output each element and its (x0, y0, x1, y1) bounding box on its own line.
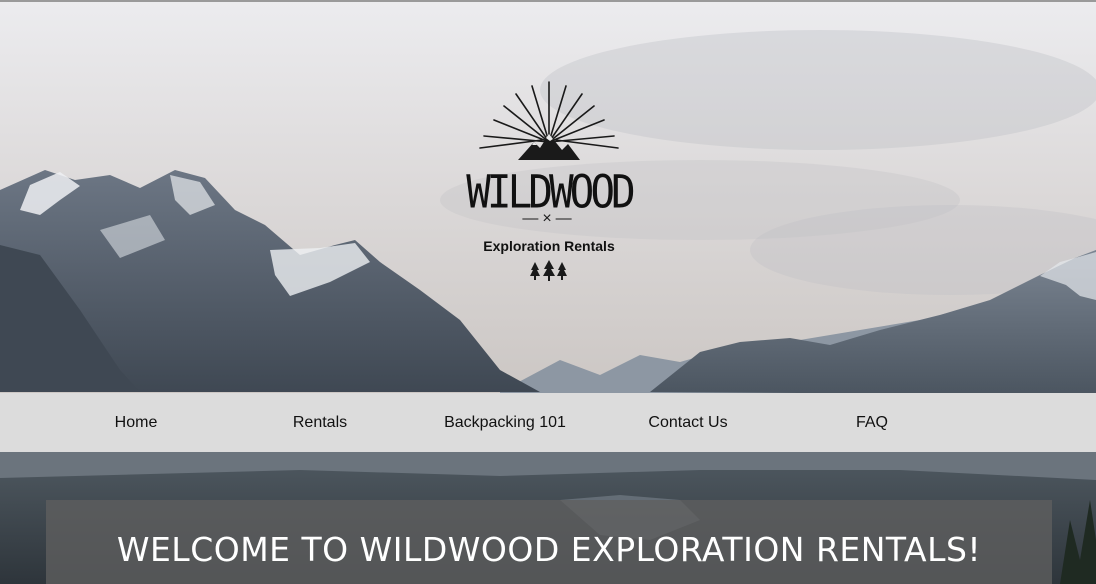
welcome-heading: WELCOME TO WILDWOOD EXPLORATION RENTALS! (116, 530, 982, 569)
pine-trees-icon (530, 260, 567, 281)
nav-item-backpacking-101[interactable]: Backpacking 101 (430, 393, 580, 452)
wildwood-logo: WILDWOOD —×— Exploration Rentals (466, 80, 636, 286)
nav-item-rentals[interactable]: Rentals (270, 393, 370, 452)
welcome-panel: WELCOME TO WILDWOOD EXPLORATION RENTALS! (46, 500, 1052, 584)
nav-item-contact-us[interactable]: Contact Us (630, 393, 746, 452)
main-nav: Home Rentals Backpacking 101 Contact Us … (0, 393, 1096, 452)
logo-separator: —×— (522, 210, 576, 227)
nav-item-home[interactable]: Home (86, 393, 186, 452)
nav-item-faq[interactable]: FAQ (832, 393, 912, 452)
top-border (0, 0, 1096, 2)
logo-tagline: Exploration Rentals (483, 238, 615, 254)
hero-banner: WILDWOOD —×— Exploration Rentals Home Re… (0, 0, 1096, 584)
sunburst-mountain-icon (479, 81, 619, 160)
